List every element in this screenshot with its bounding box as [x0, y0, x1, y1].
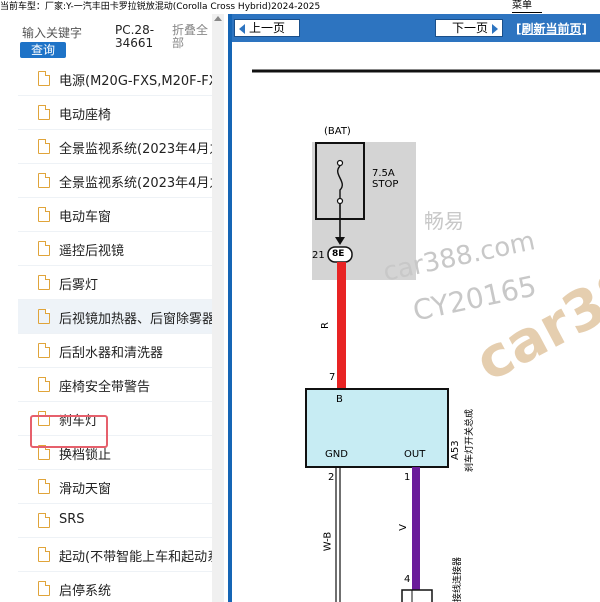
list-item[interactable]: SRS — [18, 504, 212, 538]
document-icon — [38, 71, 50, 86]
next-page-button[interactable]: 下一页 — [435, 19, 503, 37]
keyword-input[interactable]: 输入关键字 — [22, 24, 82, 41]
prev-page-button[interactable]: 上一页 — [234, 19, 300, 37]
pin-4: 4 — [404, 574, 411, 585]
selection-highlight — [30, 415, 108, 448]
document-icon — [38, 139, 50, 154]
wire-color-r: R — [319, 322, 331, 329]
fuse-name: STOP — [372, 179, 399, 190]
connector-description: 接线连接器 — [453, 556, 463, 602]
violet-wire — [412, 467, 420, 602]
document-icon — [38, 513, 50, 528]
connector-8e-label: 8E — [332, 249, 345, 259]
refresh-page-link[interactable]: [刷新当前页] — [516, 20, 587, 37]
left-scrollbar[interactable] — [212, 14, 224, 602]
diagram-panel: 上一页 下一页 [刷新当前页] 畅易 car388.com CY20165 ca… — [228, 14, 600, 602]
out-label: OUT — [404, 449, 426, 460]
fold-all-button[interactable]: 折叠全部 — [172, 24, 212, 50]
list-item[interactable]: 启停系统 — [18, 572, 212, 602]
list-item[interactable]: 后雾灯 — [18, 266, 212, 300]
document-icon — [38, 105, 50, 120]
document-icon — [38, 207, 50, 222]
query-button[interactable]: 查询 — [20, 42, 66, 58]
document-icon — [38, 547, 50, 562]
document-icon — [38, 581, 50, 596]
red-wire — [337, 262, 346, 390]
list-item[interactable]: 后刮水器和清洗器 — [18, 334, 212, 368]
pc-code: PC.28-34661 — [115, 23, 155, 50]
title-bar: 当前车型：厂家:Y-一汽丰田卡罗拉锐放混动(Corolla Cross Hybr… — [0, 0, 600, 14]
list-item[interactable]: 起动(不带智能上车和起动系统) — [18, 538, 212, 572]
document-icon — [38, 173, 50, 188]
menu-link[interactable]: 菜单 — [512, 0, 542, 13]
list-item[interactable]: 电源(M20G-FXS,M20F-FXS) — [18, 62, 212, 96]
pin-b: B — [336, 394, 343, 405]
fuse-terminal — [336, 197, 344, 205]
topic-list: 电源(M20G-FXS,M20F-FXS) 电动座椅 全景监视系统(2023年4… — [18, 62, 212, 602]
left-arrow-icon — [239, 23, 245, 34]
a53-description: 刹车灯开关总成 — [465, 408, 475, 472]
app-window: 当前车型：厂家:Y-一汽丰田卡罗拉锐放混动(Corolla Cross Hybr… — [0, 0, 600, 602]
car-model-title: 当前车型：厂家:Y-一汽丰田卡罗拉锐放混动(Corolla Cross Hybr… — [0, 2, 321, 12]
document-icon — [38, 241, 50, 256]
fuse-rating: 7.5A — [372, 168, 395, 179]
pin-7: 7 — [329, 372, 336, 383]
pin-1: 1 — [404, 472, 411, 483]
document-icon — [38, 275, 50, 290]
list-item[interactable]: 座椅安全带警告 — [18, 368, 212, 402]
scroll-up-arrow-icon[interactable] — [214, 16, 222, 21]
watermark: 畅易 — [424, 209, 464, 233]
search-area: 输入关键字 查询 PC.28-34661 折叠全部 — [0, 14, 212, 62]
right-arrow-icon — [492, 23, 498, 34]
bat-label: (BAT) — [324, 126, 351, 137]
gnd-label: GND — [325, 449, 348, 460]
document-icon — [38, 479, 50, 494]
list-item[interactable]: 电动车窗 — [18, 198, 212, 232]
fuse-terminal — [336, 159, 344, 167]
list-item[interactable]: 电动座椅 — [18, 96, 212, 130]
left-panel: 输入关键字 查询 PC.28-34661 折叠全部 电源(M20G-FXS,M2… — [0, 14, 228, 602]
list-item[interactable]: 全景监视系统(2023年4月之前) — [18, 130, 212, 164]
a53-label: A53 — [450, 440, 461, 460]
wire-color-wb: W-B — [322, 531, 334, 552]
list-item[interactable]: 遥控后视镜 — [18, 232, 212, 266]
page-navbar: 上一页 下一页 [刷新当前页] — [232, 14, 600, 42]
list-item[interactable]: 后视镜加热器、后窗除雾器 — [18, 300, 212, 334]
list-item[interactable]: 滑动天窗 — [18, 470, 212, 504]
list-item[interactable]: 全景监视系统(2023年4月之后) — [18, 164, 212, 198]
wire-color-v: V — [397, 524, 409, 531]
pin-2: 2 — [328, 472, 335, 483]
junction-connector — [401, 589, 433, 602]
wiring-diagram: 畅易 car388.com CY20165 car38 (BAT) 7.5A S… — [232, 42, 600, 602]
document-icon — [38, 377, 50, 392]
pin-21: 21 — [312, 250, 325, 261]
document-icon — [38, 309, 50, 324]
document-icon — [38, 343, 50, 358]
